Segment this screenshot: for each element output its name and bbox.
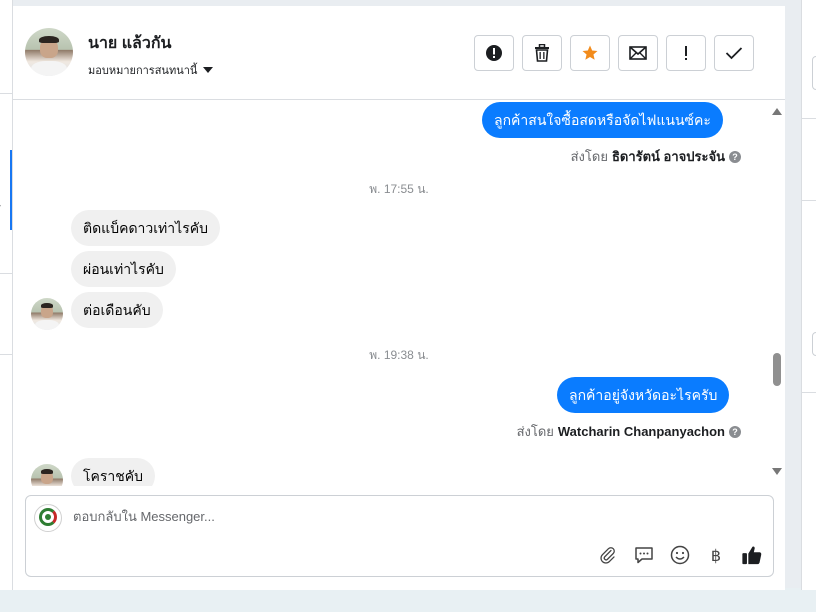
sent-by-label: ส่งโดย Watcharin Chanpanyachon ? xyxy=(517,421,741,442)
page-background xyxy=(0,588,816,612)
details-field[interactable] xyxy=(812,56,816,90)
composer-tools: ฿ xyxy=(596,543,764,567)
sender-name: Watcharin Chanpanyachon xyxy=(557,424,725,439)
message-thread[interactable]: ลูกค้าสนใจซื้อสดหรือจัดไฟแนนซ์คะ ส่งโดย … xyxy=(13,100,785,486)
conversation-actions xyxy=(474,35,754,71)
payment-button[interactable]: ฿ xyxy=(704,543,728,567)
star-icon xyxy=(582,45,598,60)
page-logo xyxy=(34,504,62,532)
emoji-button[interactable] xyxy=(668,543,692,567)
incoming-message: ผ่อนเท่าไรคับ xyxy=(71,251,176,287)
conversation-list-edge: › xyxy=(0,0,13,590)
contact-avatar-small xyxy=(31,298,63,330)
reply-composer: ฿ xyxy=(25,495,774,577)
incoming-message: ติดแบ็คดาวเท่าไรคับ xyxy=(71,210,220,246)
baht-icon: ฿ xyxy=(710,545,722,565)
done-button[interactable] xyxy=(714,35,754,71)
selected-conversation-indicator xyxy=(10,150,12,230)
scroll-up-arrow-icon[interactable] xyxy=(772,108,782,115)
conversation-header: นาย แล้วกัน มอบหมายการสนทนานี้ xyxy=(13,6,785,100)
thumbs-up-icon xyxy=(742,546,762,565)
conversation-panel: นาย แล้วกัน มอบหมายการสนทนานี้ ลูกค้าสนใ… xyxy=(13,6,785,590)
mark-unread-button[interactable] xyxy=(618,35,658,71)
attachment-button[interactable] xyxy=(596,543,620,567)
saved-replies-button[interactable] xyxy=(632,543,656,567)
scrollbar-thumb[interactable] xyxy=(773,353,781,386)
chat-bubble-icon xyxy=(635,547,653,564)
contact-name[interactable]: นาย แล้วกัน xyxy=(88,31,171,56)
scroll-down-arrow-icon[interactable] xyxy=(772,468,782,475)
like-button[interactable] xyxy=(740,543,764,567)
envelope-icon xyxy=(629,46,647,60)
details-field[interactable] xyxy=(812,332,816,356)
star-button[interactable] xyxy=(570,35,610,71)
timestamp: พ. 17:55 น. xyxy=(369,182,429,196)
reply-input[interactable] xyxy=(73,509,673,524)
contact-avatar[interactable] xyxy=(25,28,73,76)
assign-label: มอบหมายการสนทนานี้ xyxy=(88,65,198,77)
outgoing-message: ลูกค้าอยู่จังหวัดอะไรครับ xyxy=(557,377,730,413)
expand-arrow-icon[interactable]: › xyxy=(0,200,1,210)
assign-conversation-dropdown[interactable]: มอบหมายการสนทนานี้ xyxy=(88,61,214,79)
help-icon[interactable]: ? xyxy=(729,425,741,438)
help-icon[interactable]: ? xyxy=(729,150,741,163)
incoming-message: โคราชคับ xyxy=(71,458,156,486)
trash-icon xyxy=(535,44,549,62)
timestamp: พ. 19:38 น. xyxy=(369,348,429,362)
checkmark-icon xyxy=(725,47,743,60)
alert-circle-icon xyxy=(486,45,502,61)
spam-button[interactable] xyxy=(666,35,706,71)
contact-avatar-small xyxy=(31,464,63,486)
smiley-icon xyxy=(670,545,690,565)
caret-down-icon xyxy=(203,67,214,73)
exclamation-icon xyxy=(685,46,687,60)
delete-button[interactable] xyxy=(522,35,562,71)
sent-by-label: ส่งโดย ธิดารัตน์ อาจประจัน ? xyxy=(571,146,741,167)
paperclip-icon xyxy=(600,547,615,564)
report-button[interactable] xyxy=(474,35,514,71)
incoming-message: ต่อเดือนคับ xyxy=(71,292,163,328)
outgoing-message: ลูกค้าสนใจซื้อสดหรือจัดไฟแนนซ์คะ xyxy=(482,102,723,138)
details-panel-edge xyxy=(801,0,816,590)
sender-name: ธิดารัตน์ อาจประจัน xyxy=(611,149,725,164)
